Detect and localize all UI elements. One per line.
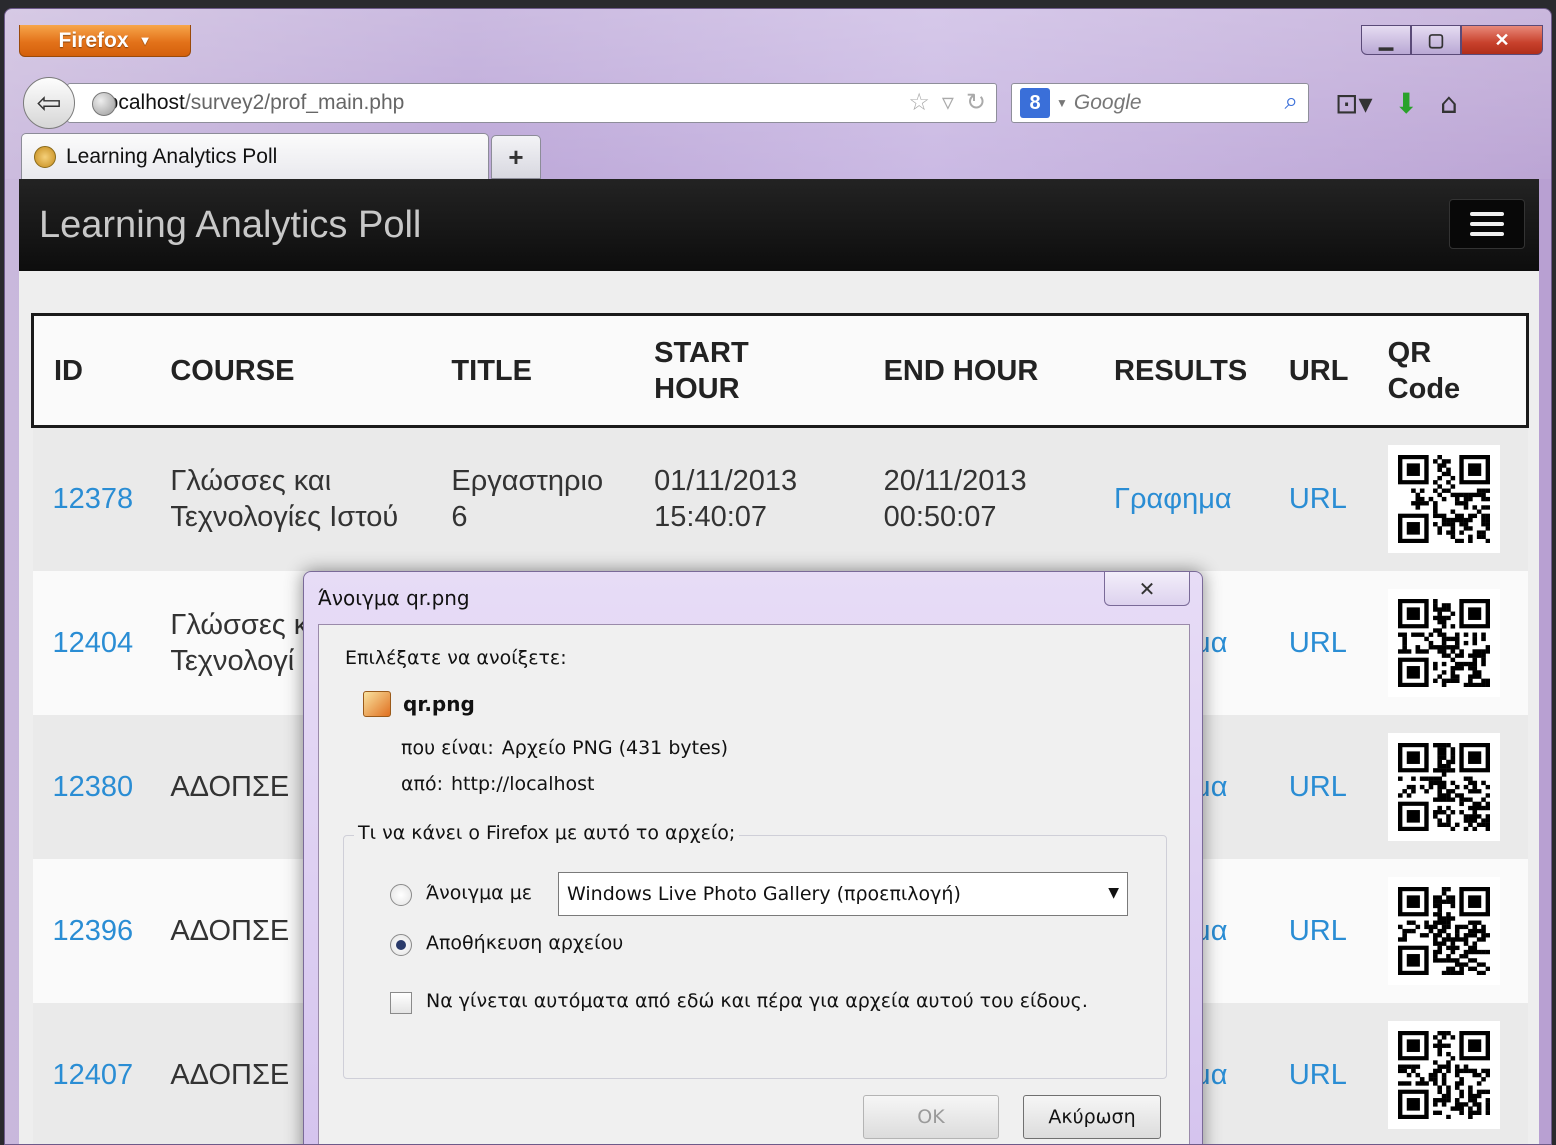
poll-id-link[interactable]: 12404 [53,627,134,659]
poll-id-link[interactable]: 12407 [53,1059,134,1091]
favicon-icon [34,145,56,168]
column-header-qr-code: QR Code [1367,313,1529,428]
menu-button[interactable] [1449,199,1525,249]
close-window-button[interactable]: ✕ [1461,25,1543,55]
address-bar[interactable]: localhost/survey2/prof_main.php ☆ ▿ ↻ [67,83,997,123]
reload-icon[interactable]: ↻ [966,88,986,117]
file-name-row: qr.png [363,691,475,717]
column-header-end-hour: END HOUR [863,313,1095,428]
firefox-menu-label: Firefox [58,28,129,52]
file-source-row: από: http://localhost [401,773,595,795]
open-with-label: Άνοιγμα με [426,882,533,904]
open-with-select[interactable]: Windows Live Photo Gallery (προεπιλογή) … [558,872,1128,916]
back-arrow-icon: ⇦ [36,85,62,121]
app-navbar: Learning Analytics Poll [19,179,1539,271]
start-hour-cell: 01/11/2013 15:40:07 [654,465,798,534]
caret-down-icon: ▼ [138,33,152,48]
results-link[interactable]: Γραφημα [1114,483,1232,515]
open-with-radio[interactable] [390,884,412,906]
auto-action-checkbox[interactable] [390,992,412,1014]
file-type-row: που είναι: Αρχείο PNG (431 bytes) [401,737,728,759]
url-link[interactable]: URL [1289,1059,1347,1091]
tab-learning-analytics-poll[interactable]: Learning Analytics Poll [21,133,489,179]
search-box[interactable]: 8 ▼ Google ⌕ [1011,83,1309,123]
file-type-label: που είναι: [401,737,494,759]
url-link[interactable]: URL [1289,483,1347,515]
course-cell: Γλώσσες και Τεχνολογίες Ιστού [170,465,399,534]
poll-id-link[interactable]: 12378 [53,483,134,515]
back-button[interactable]: ⇦ [23,77,75,129]
window-controls: ▁ ▢ ✕ [1361,25,1543,55]
maximize-button[interactable]: ▢ [1411,25,1461,55]
save-file-radio[interactable] [390,934,412,956]
ok-button[interactable]: OK [863,1095,999,1139]
toolbar-icons: ⊡▾ ⬇ ⌂ [1335,87,1458,120]
chosen-to-open-label: Επιλέξατε να ανοίξετε: [345,647,567,669]
url-link[interactable]: URL [1289,771,1347,803]
auto-action-label: Να γίνεται αυτόματα από εδώ και πέρα για… [426,990,1088,1012]
url-link[interactable]: URL [1289,627,1347,659]
column-header-course: COURSE [150,313,432,428]
dialog-close-button[interactable]: ✕ [1104,572,1190,606]
open-file-dialog: Άνοιγμα qr.png ✕ Επιλέξατε να ανοίξετε: … [303,571,1203,1144]
globe-icon [92,92,116,116]
app-title[interactable]: Learning Analytics Poll [39,204,421,247]
title-cell: Εργαστηριο 6 [451,465,604,534]
png-file-icon [363,691,391,717]
search-placeholder: Google [1073,91,1142,114]
chevron-down-icon: ▼ [1108,885,1119,901]
file-name: qr.png [403,692,475,716]
home-icon[interactable]: ⌂ [1440,87,1458,120]
menu-icon-bar [1470,222,1504,226]
menu-icon-bar [1470,232,1504,236]
column-header-id: ID [31,313,151,428]
save-file-label: Αποθήκευση αρχείου [426,932,624,954]
search-icon[interactable]: ⌕ [1285,88,1298,116]
qr-code-icon[interactable] [1387,588,1500,697]
table-row: 12378 Γλώσσες και Τεχνολογίες Ιστού Εργασ… [32,426,1528,571]
dialog-title: Άνοιγμα qr.png [318,586,470,610]
qr-code-icon[interactable] [1387,732,1500,841]
download-icon[interactable]: ⬇ [1395,87,1418,120]
dialog-body: Επιλέξατε να ανοίξετε: qr.png που είναι:… [318,624,1190,1144]
end-hour-cell: 20/11/2013 00:50:07 [883,465,1027,534]
search-engine-caret-icon: ▼ [1056,96,1068,110]
navigation-bar: localhost/survey2/prof_main.php ☆ ▿ ↻ ⇦ … [5,71,1551,129]
cancel-button[interactable]: Ακύρωση [1023,1095,1161,1139]
url-link[interactable]: URL [1289,915,1347,947]
column-header-url: URL [1268,313,1368,428]
close-icon: ✕ [1138,576,1156,601]
qr-code-icon[interactable] [1387,876,1500,985]
url-icons: ☆ ▿ ↻ [908,88,986,117]
poll-id-link[interactable]: 12396 [53,915,134,947]
poll-id-link[interactable]: 12380 [53,771,134,803]
menu-icon-bar [1470,212,1504,216]
column-header-start-hour: START HOUR [634,313,864,428]
new-tab-button[interactable]: + [491,135,541,179]
dropdown-icon[interactable]: ▿ [942,88,954,117]
url-path: /survey2/prof_main.php [184,91,405,114]
table-header-row: ID COURSE TITLE START HOUR END HOUR RESUL… [31,313,1529,428]
qr-code-icon[interactable] [1387,1020,1500,1129]
file-source-value: http://localhost [451,773,595,795]
minimize-button[interactable]: ▁ [1361,25,1411,55]
firefox-menu-button[interactable]: Firefox ▼ [19,25,191,57]
column-header-title: TITLE [431,313,635,428]
column-header-results: RESULTS [1094,313,1269,428]
search-engine-icon[interactable]: 8 [1020,88,1050,118]
file-source-label: από: [401,773,443,795]
action-group-label: Τι να κάνει ο Firefox με αυτό το αρχείο; [354,822,740,844]
browser-window: Firefox ▼ ▁ ▢ ✕ localhost/survey2/prof_m… [4,8,1552,1145]
action-group: Τι να κάνει ο Firefox με αυτό το αρχείο;… [343,822,1167,1079]
file-type-value: Αρχείο PNG (431 bytes) [501,737,729,759]
tab-label: Learning Analytics Poll [66,144,278,168]
star-icon[interactable]: ☆ [908,88,930,117]
qr-code-icon[interactable] [1387,445,1500,554]
open-with-app-value: Windows Live Photo Gallery (προεπιλογή) [567,883,961,905]
bookmarks-icon[interactable]: ⊡▾ [1335,87,1373,120]
